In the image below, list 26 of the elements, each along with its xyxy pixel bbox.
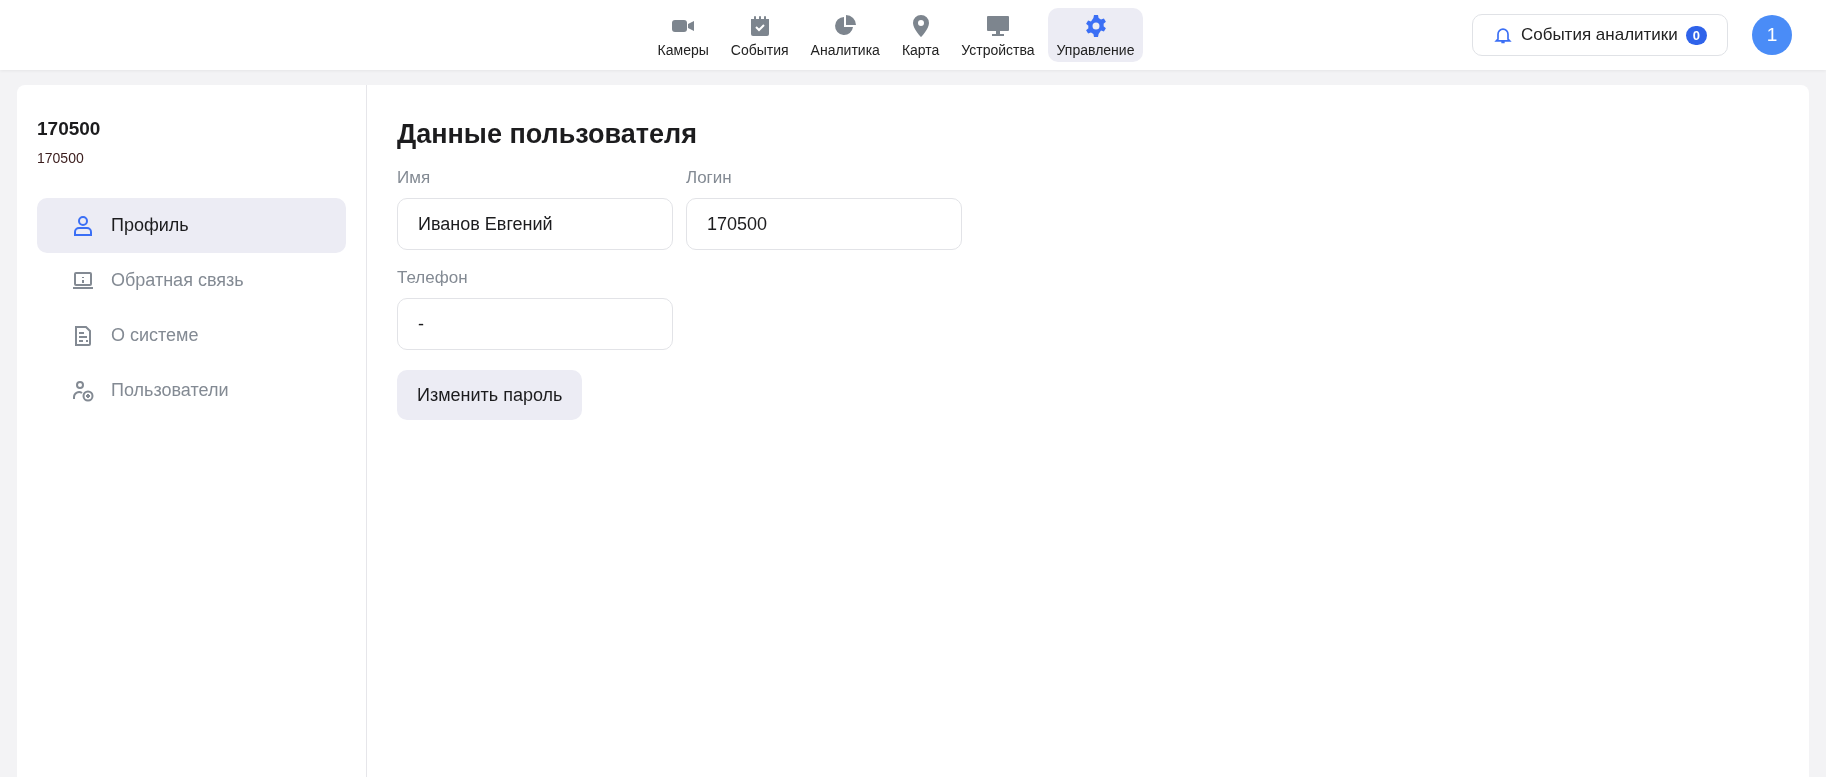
nav-tab[interactable]: События	[721, 8, 798, 62]
nav-tab[interactable]: Карта	[892, 8, 949, 62]
add-user-icon	[71, 378, 95, 403]
count-badge: 0	[1685, 25, 1707, 45]
analytics-events-button[interactable]: События аналитики 0	[1471, 14, 1728, 56]
input-field[interactable]: Иванов Евгений	[397, 198, 673, 250]
sidebar-item[interactable]: Обратная связь	[37, 253, 346, 308]
input-field[interactable]: 170500	[686, 198, 962, 250]
nav-tab[interactable]: Устройства	[952, 8, 1044, 62]
field-label: Телефон	[397, 268, 469, 288]
person-icon	[71, 213, 95, 238]
sidebar-item[interactable]: О системе	[37, 308, 346, 363]
user-login: 170500	[37, 150, 85, 166]
field-label: Имя	[397, 168, 432, 188]
field-label: Логин	[686, 168, 733, 188]
user-name: 170500	[37, 118, 102, 140]
monitor-icon	[984, 14, 1011, 38]
nav-tab[interactable]: Камеры	[648, 8, 718, 62]
bell-icon	[1492, 25, 1513, 45]
nav-tab[interactable]: Управление	[1047, 8, 1144, 62]
sidebar-item[interactable]: Профиль	[37, 198, 346, 253]
section-title: Данные пользователя	[397, 119, 698, 150]
pie-chart-icon	[832, 14, 859, 38]
change-password-button[interactable]: Изменить пароль	[397, 370, 583, 420]
input-field[interactable]: -	[397, 298, 673, 350]
nav-tab[interactable]: Аналитика	[801, 8, 889, 62]
